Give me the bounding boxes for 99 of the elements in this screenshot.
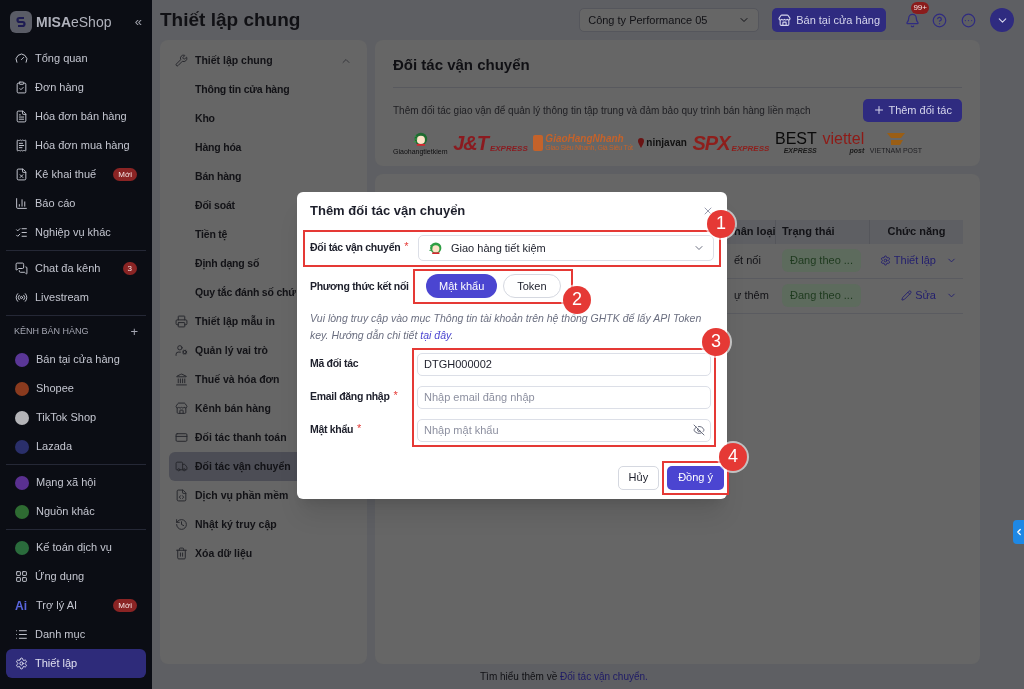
footer-text: Tìm hiểu thêm về Đối tác vận chuyển. xyxy=(480,670,648,684)
partner-select[interactable]: Giao hàng tiết kiệm xyxy=(418,235,714,261)
table-cell: ự thêm xyxy=(728,278,776,314)
nav-icon xyxy=(175,315,188,328)
help-link[interactable]: tại đây xyxy=(420,328,451,341)
nav-icon xyxy=(175,547,188,560)
method-option[interactable]: Token xyxy=(503,274,561,298)
sidebar-item[interactable]: Lazada xyxy=(6,432,146,461)
avatar-button[interactable] xyxy=(990,8,1014,32)
sidebar-item[interactable]: Chat đa kênh 3 xyxy=(6,254,146,283)
required-mark: * xyxy=(393,389,398,402)
input-field[interactable]: DTGH000002 xyxy=(417,352,711,376)
nav-icon xyxy=(175,518,188,531)
method-option[interactable]: Mật khẩu xyxy=(426,274,498,298)
menu-icon xyxy=(15,52,28,65)
callout-number: 1 xyxy=(707,209,735,238)
sidebar-item[interactable]: Nguồn khác xyxy=(6,497,146,526)
store-button[interactable]: Bán tại cửa hàng xyxy=(772,8,886,32)
sidebar-item[interactable]: Nghiệp vụ khác xyxy=(6,218,146,247)
menu-icon xyxy=(15,81,28,94)
store-icon xyxy=(778,13,792,27)
field-label: Phương thức kết nối xyxy=(310,279,409,292)
add-partner-button[interactable]: Thêm đối tác xyxy=(863,98,962,122)
sidebar-item[interactable]: Đơn hàng xyxy=(6,73,146,102)
nav-icon xyxy=(175,460,188,473)
side-panel-tab[interactable] xyxy=(1013,520,1024,544)
card-description: Thêm đối tác giao vận để quản lý thông tin tập trung và đảm bảo quy trình bán hàng liền mạch xyxy=(393,103,811,118)
sidebar-item[interactable]: TikTok Shop xyxy=(6,403,146,432)
eye-off-icon[interactable] xyxy=(693,423,705,436)
sidebar-item[interactable]: Bán tại cửa hàng xyxy=(6,345,146,374)
nav-icon xyxy=(175,344,188,357)
callout-number: 2 xyxy=(563,285,591,314)
section-title: KÊNH BÁN HÀNG xyxy=(14,325,89,339)
menu-icon xyxy=(15,262,28,275)
field-label: Mật khẩu xyxy=(310,422,354,438)
sidebar-badge: 3 xyxy=(122,262,137,275)
sidebar-item[interactable]: Ai Trợ lý AI Mới xyxy=(6,591,146,620)
menu-icon xyxy=(15,226,28,239)
dialog-title: Thêm đối tác vận chuyển xyxy=(310,202,466,220)
required-mark: * xyxy=(357,422,362,435)
mascot-icon xyxy=(427,240,443,256)
nav-icon xyxy=(175,402,188,415)
sidebar-item[interactable]: Ứng dụng xyxy=(6,562,146,591)
menu-icon xyxy=(15,291,28,304)
table-cell: ết nối xyxy=(728,243,776,279)
menu-icon xyxy=(15,628,28,641)
callout-number: 3 xyxy=(702,327,730,356)
field-label: Mã đối tác xyxy=(310,356,359,372)
help-icon[interactable] xyxy=(932,12,947,28)
pencil-icon xyxy=(901,290,913,301)
page-title: Thiết lập chung xyxy=(160,7,301,32)
menu-icon xyxy=(15,110,28,123)
field-label: Đối tác vận chuyển xyxy=(310,240,401,256)
sidebar-badge: Mới xyxy=(113,168,137,181)
column-header: Trạng thái xyxy=(776,219,870,244)
logo-text: MISAeShop xyxy=(36,12,112,32)
plus-icon xyxy=(873,104,886,116)
menu-icon xyxy=(15,197,28,210)
sidebar-item[interactable]: Kê khai thuế Mới xyxy=(6,160,146,189)
input-field[interactable]: Nhập email đăng nhập xyxy=(417,385,711,409)
nav-icon xyxy=(175,431,188,444)
menu-icon xyxy=(15,657,28,670)
sidebar-item[interactable]: Tổng quan xyxy=(6,44,146,73)
column-header: Chức năng xyxy=(870,219,963,244)
partner-logo: J&TEXPRESS xyxy=(453,132,528,153)
sidebar-item[interactable]: Danh mục xyxy=(6,620,146,649)
ai-label: Ai xyxy=(15,597,28,615)
add-channel-button[interactable]: + xyxy=(130,322,138,342)
menu-icon xyxy=(15,139,28,152)
gear-icon xyxy=(879,255,891,266)
nav-icon xyxy=(175,489,188,502)
sidebar-item[interactable]: Livestream xyxy=(6,283,146,312)
menu-icon xyxy=(15,570,28,583)
sidebar-item[interactable]: Hóa đơn mua hàng xyxy=(6,131,146,160)
more-icon[interactable] xyxy=(961,12,976,28)
input-field[interactable]: Nhập mật khẩu xyxy=(417,418,711,442)
sidebar-badge: Mới xyxy=(113,599,137,612)
bell-icon xyxy=(904,12,920,28)
confirm-button[interactable]: Đồng ý xyxy=(667,465,724,490)
field-label: Email đăng nhập xyxy=(310,389,390,405)
sidebar-item[interactable]: Mạng xã hội xyxy=(6,468,146,497)
cancel-button[interactable]: Hủy xyxy=(617,465,660,490)
status-pill: Đang theo ... xyxy=(782,284,861,307)
menu-icon xyxy=(15,168,28,181)
logo-icon xyxy=(10,11,32,33)
notification-badge: 99+ xyxy=(911,2,929,14)
sidebar-item[interactable]: Kế toán dịch vụ xyxy=(6,533,146,562)
partner-logo: ninjavan xyxy=(638,135,687,150)
collapse-button[interactable]: « xyxy=(134,12,142,32)
card-title: Đối tác vận chuyển xyxy=(393,55,531,75)
nav-icon xyxy=(175,54,188,67)
sidebar-item[interactable]: Hóa đơn bán hàng xyxy=(6,102,146,131)
sidebar-item[interactable]: Shopee xyxy=(6,374,146,403)
sidebar-item[interactable]: Báo cáo xyxy=(6,189,146,218)
sidebar-item[interactable]: Thiết lập xyxy=(6,649,146,678)
nav-icon xyxy=(175,373,188,386)
partner-logo: SPXEXPRESS xyxy=(692,132,770,153)
status-pill: Đang theo ... xyxy=(782,249,861,272)
required-mark: * xyxy=(404,240,409,253)
